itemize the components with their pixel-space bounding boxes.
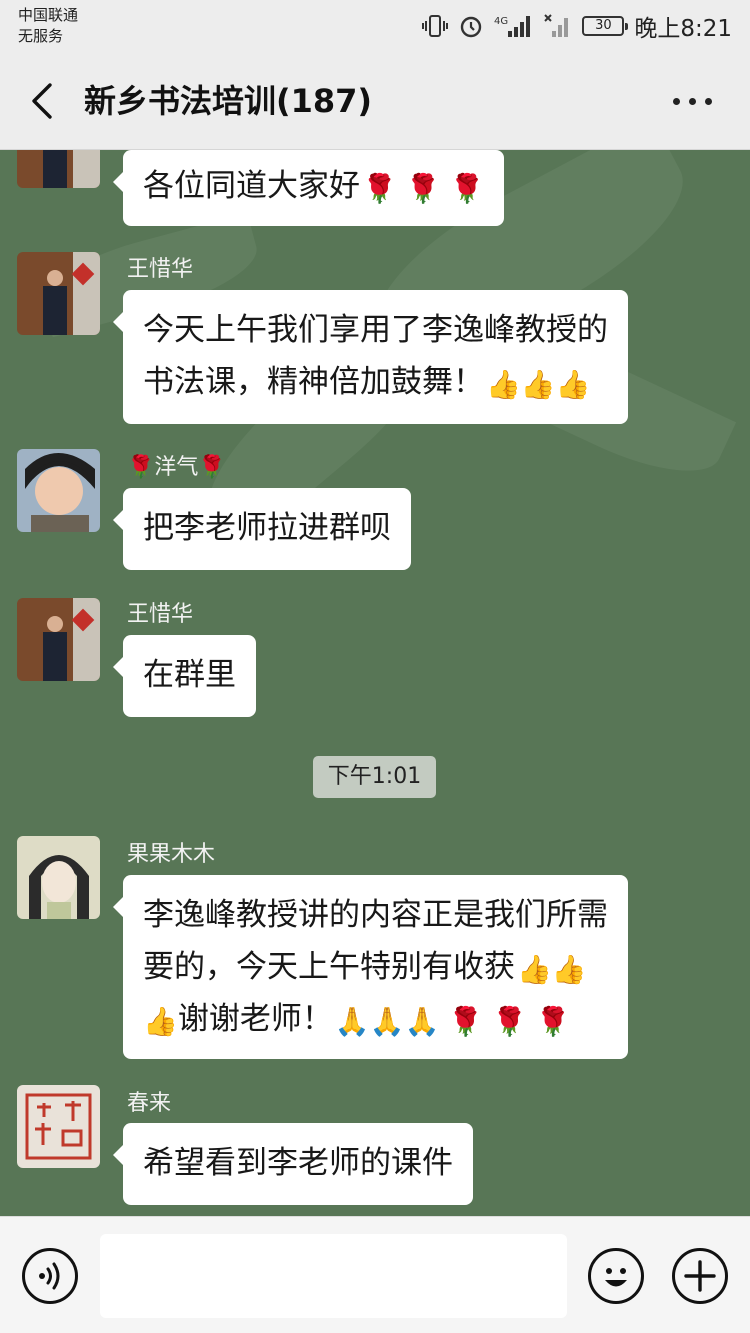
message-text: 在群里	[143, 657, 236, 693]
alarm-icon	[461, 16, 482, 38]
status-bar: 中国联通 无服务 4G 30 晚上8:21	[0, 0, 750, 52]
chat-area[interactable]: 各位同道大家好🌹 🌹 🌹 王惜华 今天上午我们享用了李逸峰教授的 书法课，精神倍…	[0, 150, 750, 1216]
voice-button[interactable]	[22, 1248, 78, 1304]
sender-name: 🌹洋气🌹	[127, 455, 226, 480]
no-signal-icon	[544, 14, 569, 37]
sender-name: 果果木木	[127, 842, 216, 867]
message-text: 李逸峰教授讲的内容正是我们所需	[143, 897, 608, 933]
avatar[interactable]	[17, 449, 100, 532]
chat-title: 新乡书法培训(187)	[84, 82, 373, 120]
sender-name: 春来	[127, 1091, 172, 1116]
thumbs-up-emoji: 👍👍👍	[486, 368, 591, 401]
message-bubble[interactable]: 把李老师拉进群呗	[113, 488, 411, 570]
message-text: 书法课，精神倍加鼓舞！	[143, 364, 484, 400]
rose-emoji: 🌹 🌹 🌹	[362, 172, 485, 205]
message-bubble[interactable]: 李逸峰教授讲的内容正是我们所需 要的，今天上午特别有收获👍👍 👍谢谢老师！🙏🙏🙏…	[113, 875, 628, 1059]
message-text: 把李老师拉进群呗	[143, 510, 391, 546]
sender-name: 王惜华	[127, 257, 194, 282]
message-bubble[interactable]: 在群里	[113, 635, 256, 717]
more-dots-icon[interactable]	[673, 98, 712, 105]
message-text: 谢谢老师！	[177, 1001, 333, 1037]
chevron-left-icon[interactable]	[28, 81, 56, 121]
message-bubble[interactable]: 希望看到李老师的课件	[113, 1123, 473, 1205]
message-text: 各位同道大家好	[143, 168, 360, 204]
avatar[interactable]	[17, 598, 100, 681]
avatar[interactable]	[17, 150, 100, 188]
carrier-name: 中国联通	[18, 6, 79, 24]
chat-header: 新乡书法培训(187)	[0, 52, 750, 150]
battery-icon: 30	[582, 16, 629, 36]
rose-emoji: 🌹	[198, 455, 226, 480]
thumbs-up-emoji: 👍	[143, 1005, 178, 1038]
message-text: 今天上午我们享用了李逸峰教授的	[143, 312, 608, 348]
status-icons: 4G 30 晚上8:21	[422, 10, 732, 42]
service-status: 无服务	[18, 27, 64, 45]
rose-emoji: 🌹	[127, 455, 155, 480]
message-bubble[interactable]: 今天上午我们享用了李逸峰教授的 书法课，精神倍加鼓舞！👍👍👍	[113, 290, 628, 424]
message-text: 希望看到李老师的课件	[143, 1145, 453, 1181]
avatar[interactable]	[17, 252, 100, 335]
sender-name: 王惜华	[127, 602, 194, 627]
message-input[interactable]	[100, 1234, 567, 1318]
plus-icon	[684, 1260, 716, 1292]
thumbs-up-emoji: 👍👍	[517, 953, 587, 986]
signal-icon: 4G	[494, 16, 531, 37]
timestamp: 下午1:01	[313, 756, 436, 798]
status-time: 晚上8:21	[634, 16, 732, 42]
vibrate-icon	[422, 15, 449, 37]
emoji-button[interactable]	[588, 1248, 644, 1304]
praying-hands-emoji: 🙏🙏🙏 🌹 🌹 🌹	[334, 1005, 571, 1038]
message-bubble[interactable]: 各位同道大家好🌹 🌹 🌹	[112, 150, 505, 226]
message-text: 要的，今天上午特别有收获	[143, 949, 515, 985]
avatar[interactable]	[17, 1085, 100, 1168]
plus-button[interactable]	[672, 1248, 728, 1304]
smiley-icon	[605, 1268, 627, 1287]
voice-icon	[39, 1262, 60, 1290]
carrier-info: 中国联通 无服务	[18, 5, 78, 47]
svg-text:4G: 4G	[494, 16, 508, 27]
input-bar	[0, 1216, 750, 1333]
avatar[interactable]	[17, 836, 100, 919]
